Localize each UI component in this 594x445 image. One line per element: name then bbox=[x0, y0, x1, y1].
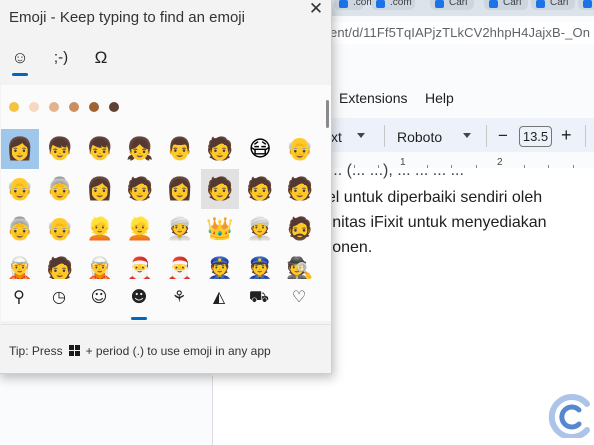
tab-search-icon[interactable]: ⚲ bbox=[3, 284, 35, 314]
tab-people-icon[interactable]: ☻ bbox=[123, 284, 155, 314]
menu-help[interactable]: Help bbox=[425, 90, 454, 106]
skin-tone-swatch[interactable] bbox=[29, 102, 39, 112]
document-text-line[interactable]: ng... (... ...), ... ... ... ... bbox=[311, 162, 464, 180]
skin-tone-swatch[interactable] bbox=[89, 102, 99, 112]
emoji-cell[interactable]: 👴 bbox=[281, 129, 319, 169]
emoji-cell[interactable]: 👵 bbox=[41, 169, 79, 209]
emoji-cell[interactable]: 🧝 bbox=[81, 249, 119, 280]
tab-favicon-icon bbox=[583, 0, 592, 8]
emoji-cell[interactable]: 🎅 bbox=[121, 249, 159, 280]
browser-tab[interactable]: Carl bbox=[578, 0, 594, 10]
emoji-cell[interactable]: 🧑 bbox=[281, 169, 319, 209]
tab-favicon-icon bbox=[339, 0, 348, 8]
emoji-cell[interactable]: 🕵 bbox=[281, 249, 319, 280]
tab-favicon-icon bbox=[536, 0, 545, 8]
tip-prefix: Tip: Press bbox=[9, 344, 63, 358]
tab-emoji[interactable]: ☺ bbox=[3, 47, 37, 73]
emoji-cell[interactable]: 👨 bbox=[161, 129, 199, 169]
emoji-cell[interactable]: 😷 bbox=[241, 129, 279, 169]
emoji-cell[interactable]: 👧 bbox=[121, 129, 159, 169]
emoji-grid: 👩 👦 👦 👧 👨 🧑 😷 👴 👴 👵 👩 🧑 👩 🧑 🧑 🧑 👵 👴 👱 👱 👳 👑 👳 🧔 🧝 🧑 🧝 🎅 🎅 👮 👮 🕵 bbox=[1, 129, 321, 279]
windows-key-icon bbox=[68, 345, 80, 356]
tab-recent-icon[interactable]: ◷ bbox=[43, 284, 75, 314]
screen: .com .com Carl Carl Carl Carl ent/d/11Ff5TqIA… bbox=[0, 0, 594, 445]
skin-tone-swatch[interactable] bbox=[9, 102, 19, 112]
tab-symbols[interactable]: Ω bbox=[84, 47, 118, 73]
watermark-logo-icon bbox=[548, 394, 590, 438]
tip-suffix: + period (.) to use emoji in any app bbox=[85, 344, 271, 358]
emoji-cell[interactable]: 🧝 bbox=[1, 249, 39, 280]
url-text[interactable]: ent/d/11Ff5TqIAPjzTLkCV2hhpH4JajxB-_On bbox=[330, 25, 590, 40]
font-dropdown[interactable]: Roboto bbox=[397, 129, 442, 145]
panel-title: Emoji - Keep typing to find an emoji bbox=[9, 9, 245, 26]
emoji-cell[interactable]: 👳 bbox=[161, 209, 199, 249]
ruler-number: 2 bbox=[497, 157, 503, 168]
emoji-cell[interactable]: 🧑 bbox=[201, 129, 239, 169]
browser-tab[interactable]: Carl bbox=[484, 0, 528, 10]
tab-title: Carl bbox=[503, 0, 522, 8]
tab-transport-icon[interactable]: ⛟ bbox=[243, 284, 275, 314]
selected-category-indicator bbox=[131, 317, 147, 320]
emoji-cell[interactable]: 👱 bbox=[81, 209, 119, 249]
emoji-panel: Emoji - Keep typing to find an emoji ✕ ☺… bbox=[0, 0, 332, 374]
toolbar-divider bbox=[384, 125, 385, 147]
scrollbar-thumb[interactable] bbox=[326, 100, 329, 128]
emoji-cell[interactable]: 👳 bbox=[241, 209, 279, 249]
paragraph-style-dropdown[interactable]: xt bbox=[331, 129, 342, 145]
selected-tab-indicator bbox=[12, 73, 28, 76]
skin-tone-swatch[interactable] bbox=[109, 102, 119, 112]
emoji-cell[interactable]: 👩 bbox=[81, 169, 119, 209]
emoji-cell[interactable]: 👵 bbox=[1, 209, 39, 249]
chevron-down-icon[interactable] bbox=[463, 133, 471, 138]
browser-tab[interactable]: Carl bbox=[531, 0, 575, 10]
skin-tone-swatch[interactable] bbox=[49, 102, 59, 112]
emoji-cell[interactable]: 🧑 bbox=[201, 169, 239, 209]
left-gutter bbox=[0, 376, 212, 445]
browser-tab[interactable]: .com bbox=[334, 0, 375, 10]
emoji-cell[interactable]: 👮 bbox=[241, 249, 279, 280]
document-text-line[interactable]: munitas iFixit untuk menyediakan bbox=[310, 214, 547, 232]
tab-title: Carl bbox=[550, 0, 569, 8]
tab-smileys-icon[interactable]: ☺ bbox=[83, 284, 115, 314]
emoji-cell[interactable]: 👩 bbox=[161, 169, 199, 209]
emoji-cell[interactable]: 🧑 bbox=[121, 169, 159, 209]
emoji-cell[interactable]: 🧑 bbox=[41, 249, 79, 280]
font-size-input[interactable]: 13.5 bbox=[519, 126, 552, 147]
tab-favicon-icon bbox=[435, 0, 444, 8]
page-edge bbox=[212, 376, 213, 445]
tab-title: Carl bbox=[449, 0, 468, 8]
tab-favicon-icon bbox=[489, 0, 498, 8]
emoji-category-bar: ⚲ ◷ ☺ ☻ ⚘ ◭ ⛟ ♡ bbox=[1, 284, 331, 320]
chevron-down-icon[interactable] bbox=[357, 133, 365, 138]
increase-font-size-button[interactable]: + bbox=[561, 125, 572, 146]
menu-extensions[interactable]: Extensions bbox=[339, 90, 407, 106]
toolbar-divider bbox=[486, 125, 487, 147]
skin-tone-swatch[interactable] bbox=[69, 102, 79, 112]
emoji-cell[interactable]: 👑 bbox=[201, 209, 239, 249]
document-text-line[interactable]: nsel untuk diperbaiki sendiri oleh bbox=[310, 189, 542, 207]
tab-favicon-icon bbox=[376, 0, 385, 8]
emoji-cell[interactable]: 🎅 bbox=[161, 249, 199, 280]
toolbar-divider bbox=[585, 125, 586, 147]
tab-food-icon[interactable]: ◭ bbox=[203, 284, 235, 314]
tab-kaomoji[interactable]: ;-) bbox=[44, 47, 78, 73]
emoji-cell[interactable]: 👦 bbox=[41, 129, 79, 169]
emoji-cell[interactable]: 👴 bbox=[41, 209, 79, 249]
browser-tab[interactable]: Carl bbox=[430, 0, 474, 10]
emoji-cell[interactable]: 👦 bbox=[81, 129, 119, 169]
decrease-font-size-button[interactable]: − bbox=[498, 126, 508, 146]
footer-divider bbox=[1, 324, 331, 325]
emoji-cell[interactable]: 👩 bbox=[1, 129, 39, 169]
tab-celebrations-icon[interactable]: ⚘ bbox=[163, 284, 195, 314]
browser-tab[interactable]: .com bbox=[371, 0, 415, 10]
emoji-cell[interactable]: 🧑 bbox=[241, 169, 279, 209]
emoji-cell[interactable]: 👴 bbox=[1, 169, 39, 209]
emoji-cell[interactable]: 🧔 bbox=[281, 209, 319, 249]
close-icon[interactable]: ✕ bbox=[305, 0, 327, 18]
tip-text: Tip: Press + period (.) to use emoji in a… bbox=[9, 344, 271, 358]
tab-title: .com bbox=[390, 0, 412, 8]
tab-symbols-heart-icon[interactable]: ♡ bbox=[283, 284, 315, 314]
emoji-cell[interactable]: 👮 bbox=[201, 249, 239, 280]
emoji-cell[interactable]: 👱 bbox=[121, 209, 159, 249]
